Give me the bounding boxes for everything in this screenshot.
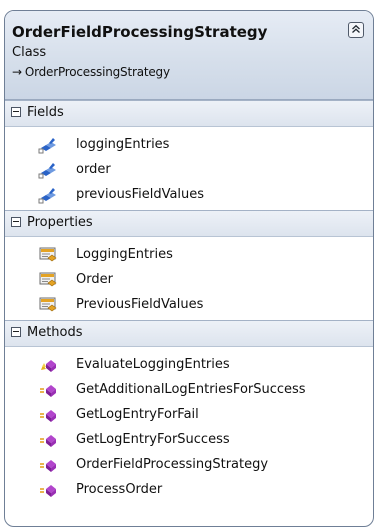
protected-method-icon (41, 360, 56, 372)
property-icon (39, 297, 57, 312)
member-name: PreviousFieldValues (76, 297, 204, 312)
method-item[interactable]: ProcessOrder (5, 478, 373, 503)
collapse-toggle-icon[interactable] (11, 107, 21, 117)
method-item[interactable]: GetLogEntryForSuccess (5, 428, 373, 453)
class-title: OrderFieldProcessingStrategy (12, 23, 268, 41)
member-name: order (76, 162, 111, 177)
member-name: Order (76, 272, 113, 287)
private-method-icon (40, 485, 56, 497)
field-icon (38, 163, 56, 179)
member-name: GetAdditionalLogEntriesForSuccess (76, 382, 306, 397)
section-fields[interactable]: Fields (5, 100, 373, 127)
property-item[interactable]: Order (5, 268, 373, 293)
private-method-icon (40, 460, 56, 472)
collapse-box-button[interactable] (348, 22, 364, 38)
private-method-icon (40, 385, 56, 397)
field-item[interactable]: order (5, 158, 373, 183)
member-name: EvaluateLoggingEntries (76, 357, 230, 372)
member-name: LoggingEntries (76, 247, 173, 262)
member-name: loggingEntries (76, 137, 170, 152)
field-icon (38, 188, 56, 204)
fields-list: loggingEntries order previousFieldValues (5, 127, 373, 210)
field-item[interactable]: loggingEntries (5, 133, 373, 158)
section-label: Fields (27, 105, 64, 120)
methods-list: EvaluateLoggingEntries GetAdditionalLogE… (5, 347, 373, 505)
class-kind: Class (12, 45, 47, 60)
property-item[interactable]: PreviousFieldValues (5, 293, 373, 318)
private-method-icon (40, 435, 56, 447)
field-icon (38, 138, 56, 154)
property-icon (39, 247, 57, 262)
class-diagram-box: OrderFieldProcessingStrategy Class → Orde… (4, 10, 374, 527)
base-class-name: OrderProcessingStrategy (24, 65, 170, 79)
method-item[interactable]: EvaluateLoggingEntries (5, 353, 373, 378)
section-label: Properties (27, 215, 93, 230)
base-class: → OrderProcessingStrategy (12, 65, 170, 79)
method-item[interactable]: OrderFieldProcessingStrategy (5, 453, 373, 478)
properties-list: LoggingEntries Order PreviousFieldValues (5, 237, 373, 320)
member-name: previousFieldValues (76, 187, 205, 202)
double-chevron-up-icon (352, 24, 360, 33)
collapse-toggle-icon[interactable] (11, 327, 21, 337)
inheritance-arrow-icon: → (12, 65, 22, 79)
section-methods[interactable]: Methods (5, 320, 373, 347)
field-item[interactable]: previousFieldValues (5, 183, 373, 208)
private-method-icon (40, 410, 56, 422)
member-name: GetLogEntryForSuccess (76, 432, 230, 447)
collapse-toggle-icon[interactable] (11, 217, 21, 227)
member-name: ProcessOrder (76, 482, 163, 497)
member-name: OrderFieldProcessingStrategy (76, 457, 269, 472)
member-name: GetLogEntryForFail (76, 407, 199, 422)
property-icon (39, 272, 57, 287)
section-properties[interactable]: Properties (5, 210, 373, 237)
property-item[interactable]: LoggingEntries (5, 243, 373, 268)
method-item[interactable]: GetLogEntryForFail (5, 403, 373, 428)
section-label: Methods (27, 325, 83, 340)
class-header: OrderFieldProcessingStrategy Class → Orde… (5, 11, 373, 100)
method-item[interactable]: GetAdditionalLogEntriesForSuccess (5, 378, 373, 403)
